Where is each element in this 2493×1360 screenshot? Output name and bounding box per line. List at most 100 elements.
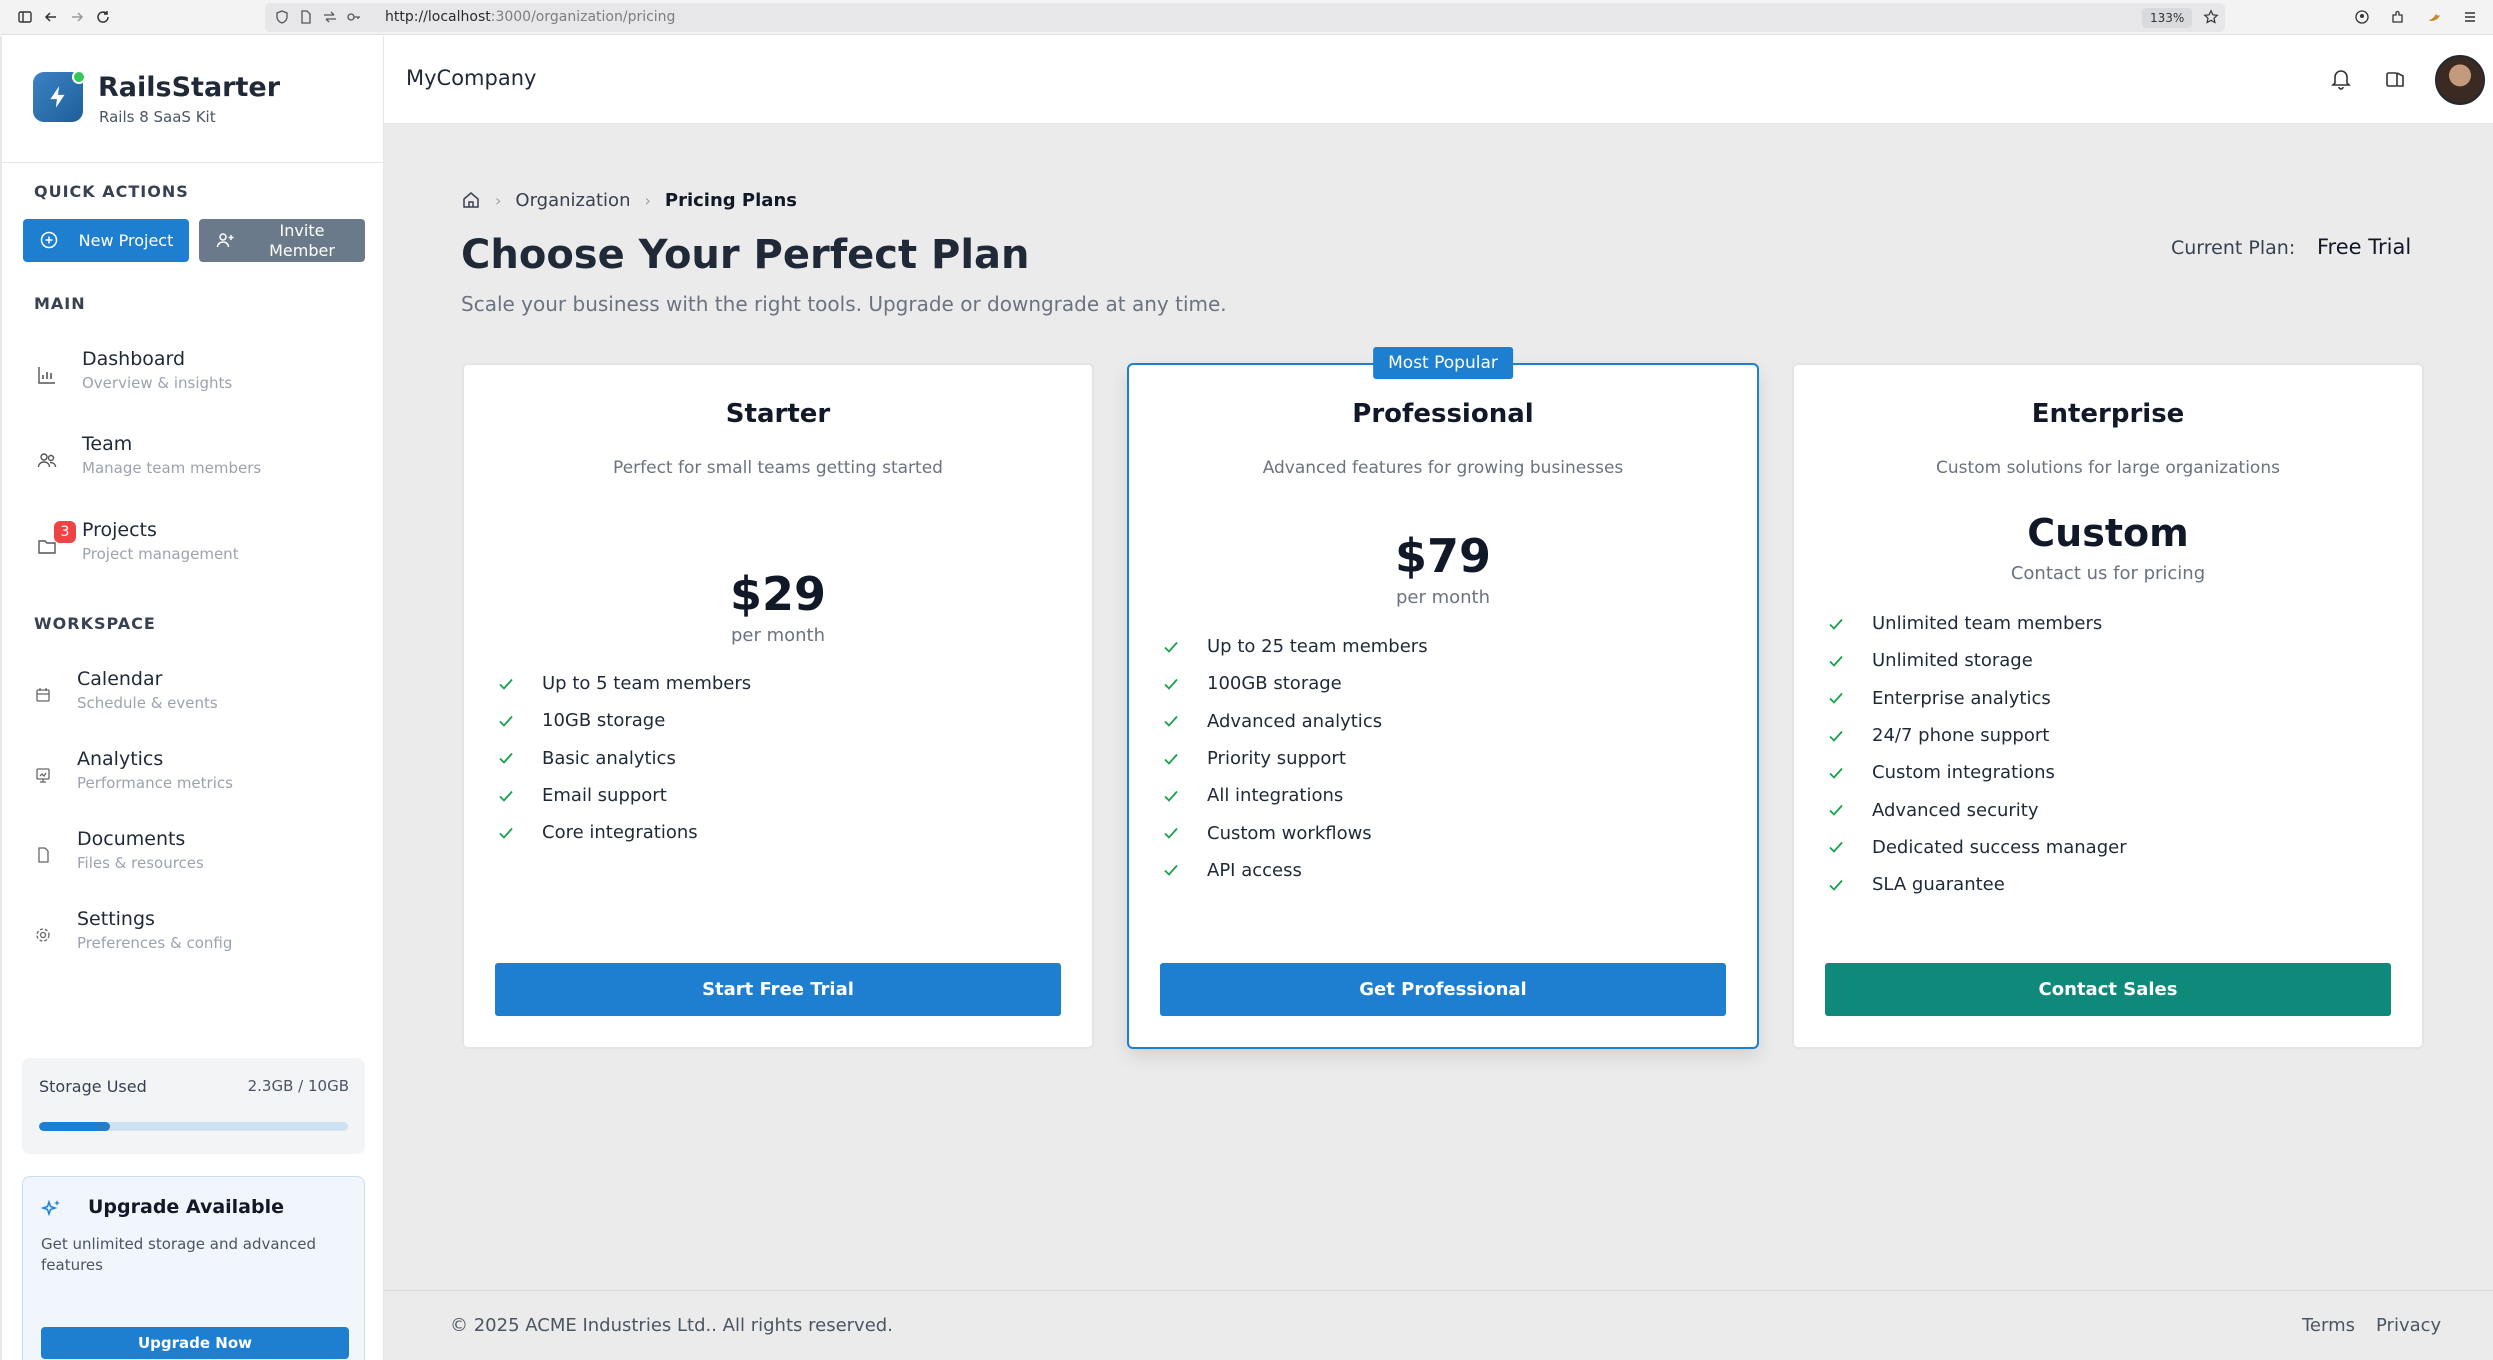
plan-name: Starter bbox=[725, 399, 831, 429]
sidebar-item-settings[interactable]: Settings Preferences & config bbox=[16, 906, 368, 966]
most-popular-badge: Most Popular bbox=[1373, 347, 1513, 379]
account-icon[interactable] bbox=[2353, 8, 2371, 26]
feature-text: Email support bbox=[542, 785, 667, 807]
feature-text: Up to 5 team members bbox=[542, 673, 752, 695]
check-icon bbox=[499, 790, 513, 802]
check-icon bbox=[499, 827, 513, 839]
current-plan-label: Current Plan: bbox=[2171, 237, 2296, 259]
page-icon bbox=[297, 8, 315, 26]
plan-period: Contact us for pricing bbox=[2010, 563, 2206, 584]
plan-description: Perfect for small teams getting started bbox=[613, 458, 943, 478]
feature-item: 100GB storage bbox=[1162, 665, 1428, 702]
sidebar-item-title: Calendar bbox=[77, 668, 163, 690]
sidebar-item-title: Team bbox=[82, 433, 133, 455]
feature-text: Enterprise analytics bbox=[1872, 687, 2051, 709]
check-icon bbox=[1829, 767, 1843, 779]
check-icon bbox=[1164, 753, 1178, 765]
sidebar-item-subtitle: Schedule & events bbox=[77, 694, 218, 712]
feature-item: Unlimited storage bbox=[1827, 642, 2127, 679]
upgrade-now-button[interactable]: Upgrade Now bbox=[41, 1327, 349, 1359]
sidebar-toggle-icon[interactable] bbox=[16, 8, 34, 26]
feature-item: Dedicated success manager bbox=[1827, 829, 2127, 866]
forward-icon[interactable] bbox=[68, 8, 86, 26]
upgrade-text: Get unlimited storage and advanced featu… bbox=[41, 1235, 317, 1274]
plan-card-starter: Starter Perfect for small teams getting … bbox=[462, 363, 1094, 1049]
current-plan-value: Free Trial bbox=[2317, 235, 2412, 259]
address-bar[interactable]: http://localhost:3000/organization/prici… bbox=[265, 3, 2225, 32]
feature-item: Up to 25 team members bbox=[1162, 628, 1428, 665]
privacy-link[interactable]: Privacy bbox=[2376, 1315, 2441, 1336]
check-icon bbox=[1164, 865, 1178, 877]
storage-value: 2.3GB / 10GB bbox=[247, 1077, 349, 1095]
brand-name: RailsStarter bbox=[98, 72, 281, 103]
main-heading: MAIN bbox=[34, 294, 86, 313]
page-subtitle: Scale your business with the right tools… bbox=[461, 292, 1227, 316]
contact-sales-button[interactable]: Contact Sales bbox=[1825, 963, 2391, 1016]
back-icon[interactable] bbox=[42, 8, 60, 26]
upgrade-title: Upgrade Available bbox=[88, 1196, 285, 1218]
sidebar-item-subtitle: Project management bbox=[82, 545, 239, 563]
top-header: MyCompany bbox=[384, 36, 2493, 124]
plan-description: Custom solutions for large organizations bbox=[1936, 458, 2280, 478]
feature-list: Up to 25 team members 100GB storage Advanc… bbox=[1162, 628, 1428, 889]
feature-item: 10GB storage bbox=[497, 702, 751, 739]
sidebar-item-documents[interactable]: Documents Files & resources bbox=[16, 826, 368, 886]
zoom-level[interactable]: 133% bbox=[2142, 8, 2193, 28]
sidebar-item-projects[interactable]: 3 Projects Project management bbox=[16, 517, 368, 577]
feature-text: Dedicated success manager bbox=[1872, 836, 2127, 858]
plan-price: $79 bbox=[1394, 529, 1492, 583]
check-icon bbox=[1164, 678, 1178, 690]
terms-link[interactable]: Terms bbox=[2302, 1315, 2355, 1336]
feature-item: Core integrations bbox=[497, 814, 751, 851]
extensions-icon[interactable] bbox=[2389, 8, 2407, 26]
feature-text: Priority support bbox=[1207, 748, 1346, 770]
avatar[interactable] bbox=[2435, 55, 2485, 105]
get-professional-button[interactable]: Get Professional bbox=[1160, 963, 1726, 1016]
check-icon bbox=[1829, 655, 1843, 667]
new-project-button[interactable]: New Project bbox=[23, 219, 189, 262]
feature-item: Custom integrations bbox=[1827, 754, 2127, 791]
bookmark-star-icon[interactable] bbox=[2202, 8, 2220, 26]
document-icon bbox=[32, 844, 54, 866]
status-dot bbox=[72, 70, 86, 84]
menu-icon[interactable] bbox=[2461, 8, 2479, 26]
quick-actions-heading: QUICK ACTIONS bbox=[34, 182, 189, 201]
reload-icon[interactable] bbox=[94, 8, 112, 26]
feature-text: 100GB storage bbox=[1207, 673, 1342, 695]
sidebar-item-subtitle: Preferences & config bbox=[77, 934, 233, 952]
workspace-heading: WORKSPACE bbox=[34, 614, 156, 633]
plan-name: Professional bbox=[1352, 399, 1534, 429]
sidebar: RailsStarter Rails 8 SaaS Kit QUICK ACTI… bbox=[0, 36, 384, 1360]
start-free-trial-button[interactable]: Start Free Trial bbox=[495, 963, 1061, 1016]
brand-tagline: Rails 8 SaaS Kit bbox=[99, 108, 216, 126]
plan-name: Enterprise bbox=[2031, 399, 2185, 429]
breadcrumb-organization[interactable]: Organization bbox=[515, 190, 630, 211]
sidebar-item-calendar[interactable]: Calendar Schedule & events bbox=[16, 666, 368, 726]
sidebar-item-dashboard[interactable]: Dashboard Overview & insights bbox=[16, 346, 368, 406]
invite-member-button[interactable]: Invite Member bbox=[199, 219, 365, 262]
browser-toolbar: http://localhost:3000/organization/prici… bbox=[0, 0, 2493, 35]
feature-item: All integrations bbox=[1162, 777, 1428, 814]
sidebar-item-team[interactable]: Team Manage team members bbox=[16, 431, 368, 491]
home-icon[interactable] bbox=[461, 190, 481, 210]
check-icon bbox=[1164, 828, 1178, 839]
breadcrumb-separator-icon: › bbox=[495, 190, 502, 210]
feature-item: Up to 5 team members bbox=[497, 665, 751, 702]
theme-toggle-icon[interactable] bbox=[2382, 66, 2408, 92]
feature-item: Custom workflows bbox=[1162, 814, 1428, 851]
feature-list: Up to 5 team members 10GB storage Basic an… bbox=[497, 665, 751, 851]
sidebar-item-analytics[interactable]: Analytics Performance metrics bbox=[16, 746, 368, 806]
feature-item: Priority support bbox=[1162, 740, 1428, 777]
breadcrumb: › Organization › Pricing Plans bbox=[461, 188, 797, 212]
feature-text: Custom integrations bbox=[1872, 762, 2055, 784]
sidebar-item-subtitle: Manage team members bbox=[82, 459, 262, 477]
connection-icon bbox=[321, 8, 339, 26]
brand[interactable]: RailsStarter Rails 8 SaaS Kit bbox=[2, 36, 384, 163]
extension-bird-icon[interactable] bbox=[2425, 8, 2443, 26]
plan-description: Advanced features for growing businesses bbox=[1262, 458, 1624, 478]
company-name[interactable]: MyCompany bbox=[406, 66, 536, 90]
plan-period: per month bbox=[1395, 587, 1491, 608]
feature-item: API access bbox=[1162, 852, 1428, 889]
bell-icon[interactable] bbox=[2328, 66, 2354, 92]
user-plus-icon bbox=[216, 233, 234, 248]
